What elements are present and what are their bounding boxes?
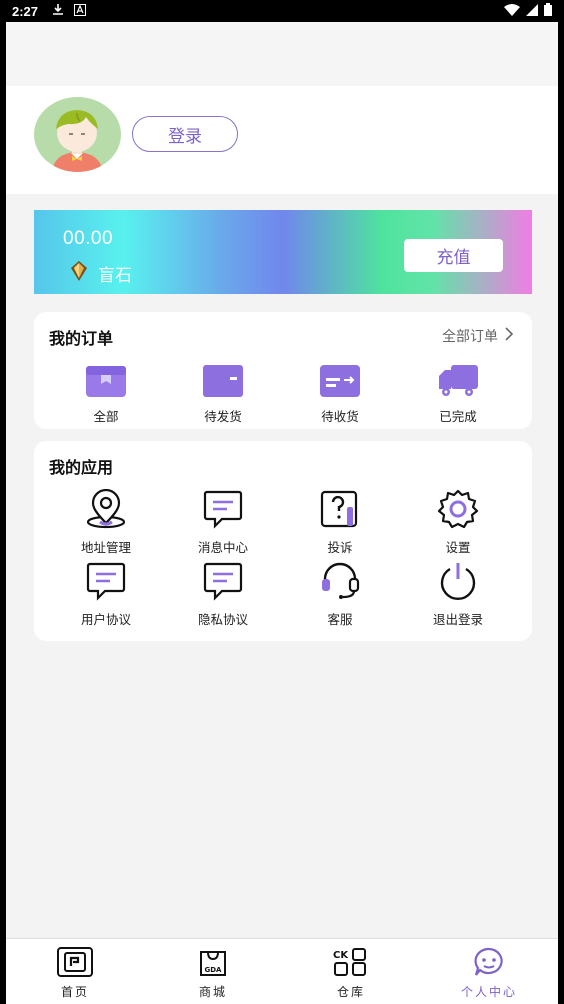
app-user-agreement[interactable]: 用户协议 <box>56 561 156 628</box>
app-privacy-agreement[interactable]: 隐私协议 <box>173 561 273 628</box>
power-icon <box>437 561 479 605</box>
apps-card: 我的应用 地址管理 消息中心 投诉 设置 用户协议 隐私协议 客服 退出登录 <box>34 441 532 641</box>
app-logout[interactable]: 退出登录 <box>408 561 508 628</box>
order-all[interactable]: 全部 <box>56 364 156 425</box>
receive-icon <box>319 364 361 402</box>
currency-label: 盲石 <box>98 266 132 286</box>
profile-chat-icon <box>471 947 507 981</box>
login-button[interactable]: 登录 <box>132 116 238 152</box>
app-complaint-label: 投诉 <box>327 540 353 555</box>
app-messages[interactable]: 消息中心 <box>173 489 273 556</box>
status-time: 2:27 <box>12 3 39 19</box>
box-icon <box>85 364 127 402</box>
app-settings-label: 设置 <box>445 540 471 555</box>
chevron-right-icon <box>504 326 514 346</box>
notification-a-icon <box>74 3 87 19</box>
message-icon <box>202 489 244 533</box>
battery-icon <box>544 3 552 19</box>
shop-bag-icon: GDA <box>195 947 231 981</box>
gem-icon <box>70 260 88 287</box>
app-customer-service-label: 客服 <box>327 612 353 627</box>
complaint-icon <box>319 489 361 533</box>
tab-profile[interactable]: 个人中心 <box>420 939 558 1004</box>
order-pending-ship[interactable]: 待发货 <box>173 364 273 425</box>
top-bar <box>6 22 558 86</box>
apps-title: 我的应用 <box>49 458 114 477</box>
gear-icon <box>437 489 479 533</box>
app-logout-label: 退出登录 <box>432 612 483 627</box>
app-messages-label: 消息中心 <box>197 540 248 555</box>
app-complaint[interactable]: 投诉 <box>290 489 390 556</box>
user-agreement-icon <box>85 561 127 605</box>
tab-shop[interactable]: GDA 商城 <box>144 939 282 1004</box>
avatar[interactable] <box>34 97 121 172</box>
orders-card: 我的订单 全部订单 全部 待发货 待收货 已完成 <box>34 312 532 429</box>
balance-amount: 00.00 <box>63 228 114 249</box>
tab-warehouse[interactable]: CK 仓库 <box>282 939 420 1004</box>
app-settings[interactable]: 设置 <box>408 489 508 556</box>
signal-icon <box>526 3 538 19</box>
bottom-tab-bar: 首页 GDA 商城 CK 仓库 个人中心 <box>6 938 558 1004</box>
warehouse-icon: CK <box>333 947 369 981</box>
order-pending-receive[interactable]: 待收货 <box>290 364 390 425</box>
tab-warehouse-label: 仓库 <box>336 985 365 999</box>
warehouse-icon-text: CK <box>333 950 349 961</box>
app-address[interactable]: 地址管理 <box>56 488 156 556</box>
app-screen: 登录 00.00 盲石 充值 我的订单 全部订单 全部 待发货 待收货 已完成 … <box>6 22 558 1004</box>
order-completed-label: 已完成 <box>439 409 477 424</box>
headset-icon <box>319 561 361 605</box>
order-pending-receive-label: 待收货 <box>321 409 359 424</box>
home-icon <box>57 947 93 981</box>
tab-profile-label: 个人中心 <box>460 985 517 999</box>
shop-bag-icon-text: GDA <box>205 966 223 974</box>
orders-title: 我的订单 <box>49 329 114 348</box>
tab-home[interactable]: 首页 <box>6 939 144 1004</box>
status-bar: 2:27 <box>0 0 564 22</box>
all-orders-label: 全部订单 <box>442 329 498 345</box>
tab-shop-label: 商城 <box>198 985 227 999</box>
app-privacy-agreement-label: 隐私协议 <box>197 612 248 627</box>
app-customer-service[interactable]: 客服 <box>290 561 390 628</box>
profile-section: 登录 <box>6 86 558 194</box>
order-completed[interactable]: 已完成 <box>408 364 508 425</box>
tab-home-label: 首页 <box>60 985 89 999</box>
truck-icon <box>437 364 479 402</box>
download-icon <box>52 3 64 19</box>
privacy-agreement-icon <box>202 561 244 605</box>
app-address-label: 地址管理 <box>80 540 131 555</box>
balance-card: 00.00 盲石 充值 <box>34 210 532 294</box>
wifi-icon <box>504 3 520 19</box>
app-user-agreement-label: 用户协议 <box>80 612 131 627</box>
all-orders-link[interactable]: 全部订单 <box>442 326 514 346</box>
location-pin-icon <box>85 488 127 533</box>
recharge-button[interactable]: 充值 <box>404 239 503 272</box>
order-all-label: 全部 <box>93 409 119 424</box>
order-pending-ship-label: 待发货 <box>204 409 242 424</box>
wallet-icon <box>202 364 244 402</box>
